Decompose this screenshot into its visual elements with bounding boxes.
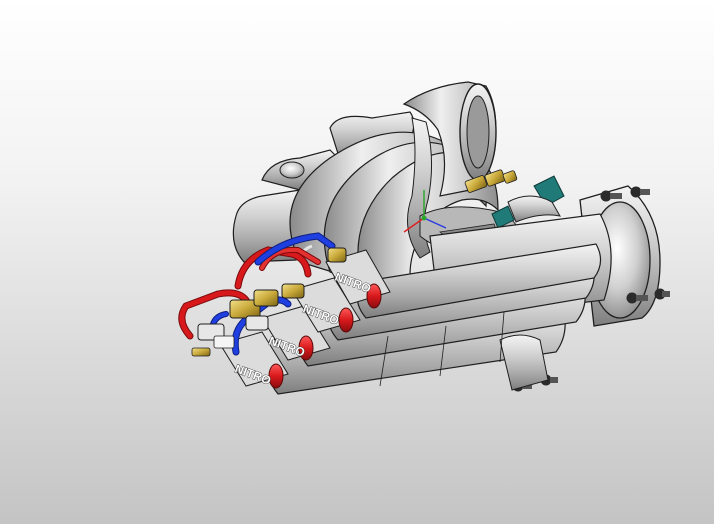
cad-viewport[interactable]: NITRO NITRO NITRO NITRO — [0, 0, 714, 524]
model-canvas: NITRO NITRO NITRO NITRO — [178, 81, 670, 395]
